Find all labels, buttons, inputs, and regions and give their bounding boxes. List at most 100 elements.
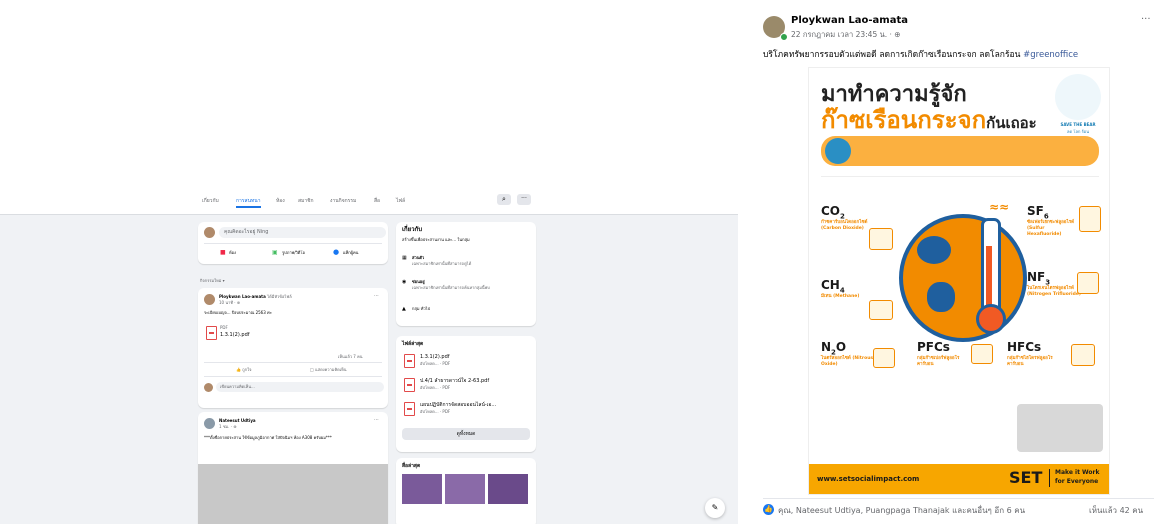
post-author[interactable]: Ploykwan Lao-amata	[791, 15, 908, 26]
cow-icon	[869, 300, 893, 320]
file-type: PDF	[220, 325, 228, 330]
post-menu-icon[interactable]: ···	[374, 293, 379, 300]
media-thumb[interactable]	[445, 474, 485, 504]
recent-files-card: ไฟล์ล่าสุด 1.3.1(2).pdf อัปโหลด... · PDF…	[396, 336, 536, 452]
about-description: สร้างขึ้นเพื่อประสานงาน และ... ในกลุ่ม	[402, 237, 470, 242]
post-photo[interactable]	[198, 464, 388, 524]
eye-icon: ◉	[402, 279, 407, 285]
thermometer-bulb	[976, 304, 1006, 334]
earth-continent	[917, 236, 951, 264]
chip-icon	[971, 344, 993, 364]
tab-media[interactable]: สื่อ	[374, 197, 380, 205]
composer-photo-button[interactable]: รูปภาพ/วิดีโอ	[282, 250, 305, 256]
tab-events[interactable]: งานกิจกรรม	[330, 197, 356, 205]
footer-divider	[1049, 469, 1050, 487]
tab-members[interactable]: สมาชิก	[298, 197, 314, 205]
comment-input[interactable]: เขียนความคิดเห็น...	[216, 382, 384, 392]
composer-room-button[interactable]: ห้อง	[229, 250, 236, 256]
pdf-icon	[404, 354, 415, 368]
file-link[interactable]: 1.3.1(2).pdf	[420, 354, 450, 361]
search-icon[interactable]: ⌕	[497, 194, 511, 205]
earth-icon	[899, 214, 1027, 342]
set-logo: SET	[1009, 468, 1043, 487]
infographic-image[interactable]: มาทำความรู้จัก ก๊าซเรือนกระจกกันเถอะ SAV…	[808, 67, 1110, 495]
gas-nf3: NF3	[1027, 270, 1051, 287]
file-link[interactable]: แผนปฏิบัติการจัดสอบออนไลน์-เอ...	[420, 402, 496, 409]
post-time[interactable]: 10 นาที · ⊕	[219, 300, 240, 306]
tag-people-icon: ●	[333, 248, 340, 256]
post-composer: คุณคิดอะไรอยู่ Ning ■ ห้อง ▣ รูปภาพ/วิดี…	[198, 222, 388, 264]
avatar	[204, 227, 215, 238]
comment-button[interactable]: □ แสดงความคิดเห็น	[310, 367, 346, 373]
gas-sf6-name: ซัลเฟอร์เฮกซะฟลูออไรด์ (Sulfur Hexafluor…	[1027, 220, 1075, 237]
avatar	[204, 383, 213, 392]
gas-ch4-name: มีเทน (Methane)	[821, 294, 860, 299]
quote-text	[821, 408, 1011, 450]
tab-rooms[interactable]: ห้อง	[276, 197, 285, 205]
footer-url: www.setsocialimpact.com	[817, 475, 920, 483]
tagline-1: Make it Work	[1055, 469, 1100, 476]
gas-n2o-name: ไนตรัสออกไซด์ (Nitrous Oxide)	[821, 356, 874, 367]
pdf-icon	[404, 402, 415, 416]
feed-post: Ploykwan Lao-amata ได้มีหัวข้อไฟล์ 10 นา…	[198, 288, 388, 408]
tab-about[interactable]: เกี่ยวกับ	[202, 197, 219, 205]
post-menu-icon[interactable]: ···	[1141, 14, 1151, 25]
video-icon: ■	[220, 249, 226, 256]
media-thumb[interactable]	[402, 474, 442, 504]
post-time[interactable]: 1 ชม. · ⊕	[219, 424, 237, 430]
file-link[interactable]: ป.4/1 ลำธารดาวน์ใจ 2-63.pdf	[420, 378, 489, 385]
poster-heading-2: ก๊าซเรือนกระจกกันเถอะ	[821, 106, 1037, 134]
file-meta: อัปโหลด... · PDF	[420, 409, 451, 414]
visibility-desc: เฉพาะสมาชิกเท่านั้นที่สามารถค้นหากลุ่มนี…	[412, 285, 490, 290]
feed-post: Nateesut Udtiya 1 ชม. · ⊕ ··· ***ตั้งชื่…	[198, 412, 388, 524]
gas-nf3-name: ไนโตรเจนไตรฟลูออไรด์ (Nitrogen Trifluori…	[1027, 286, 1081, 297]
media-title: สื่อล่าสุด	[402, 463, 421, 469]
location-icon: ▲	[402, 306, 406, 312]
intro-banner	[821, 136, 1099, 166]
factory-smoke-icon	[869, 228, 893, 250]
reactions-summary[interactable]: คุณ, Nateesut Udtiya, Puangpaga Thanajak…	[778, 504, 1025, 517]
tab-discussion[interactable]: การสนทนา	[236, 197, 261, 208]
composer-input[interactable]: คุณคิดอะไรอยู่ Ning	[219, 227, 386, 238]
hashtag-link[interactable]: #greenoffice	[1023, 50, 1078, 60]
factory-icon	[825, 138, 851, 164]
group-tab-bar: เกี่ยวกับ การสนทนา ห้อง สมาชิก งานกิจกรร…	[0, 186, 738, 215]
media-thumb[interactable]	[488, 474, 528, 504]
seen-count[interactable]: เห็นแล้ว 7 คน	[338, 354, 363, 360]
more-icon[interactable]: ···	[517, 194, 531, 205]
see-all-files-button[interactable]: ดูทั้งหมด	[402, 428, 530, 440]
tractor-icon	[873, 348, 895, 368]
about-title: เกี่ยวกับ	[402, 226, 423, 233]
like-reaction-icon[interactable]: 👍	[763, 504, 774, 515]
post-author[interactable]: Ploykwan Lao-amata	[219, 294, 266, 299]
composer-tag-button[interactable]: แท็กผู้คน	[343, 250, 358, 256]
pdf-icon	[206, 326, 217, 340]
like-button[interactable]: 👍 ถูกใจ	[236, 367, 251, 373]
new-message-icon[interactable]: ✎	[705, 498, 725, 518]
tagline-2: for Everyone	[1055, 478, 1099, 485]
about-card: เกี่ยวกับ สร้างขึ้นเพื่อประสานงาน และ...…	[396, 222, 536, 326]
post-menu-icon[interactable]: ···	[374, 417, 379, 424]
tab-files[interactable]: ไฟล์	[396, 197, 405, 205]
file-name[interactable]: 1.3.1(2).pdf	[220, 332, 250, 339]
lock-icon: ▦	[402, 255, 407, 261]
post-author-suffix: ได้มีหัวข้อไฟล์	[267, 294, 292, 299]
post-text: ***ตั้งชื่อกายประสาน ใช้ข้อมูลภูมิอากาศ …	[204, 435, 332, 440]
gas-hfcs: HFCs	[1007, 340, 1042, 354]
thermometer-fill	[986, 246, 992, 310]
seen-count[interactable]: เห็นแล้ว 42 คน	[1089, 504, 1143, 517]
file-meta: อัปโหลด... · PDF	[420, 361, 451, 366]
files-title: ไฟล์ล่าสุด	[402, 341, 424, 347]
post-date[interactable]: 22 กรกฎาคม เวลา 23:45 น. · ⊕	[791, 29, 901, 41]
feed-sort-label[interactable]: กิจกรรมใหม่ ▾	[200, 278, 225, 284]
pdf-icon	[404, 378, 415, 392]
poster-badge: SAVE THE BEAR	[1060, 122, 1096, 127]
intro-text	[821, 176, 1099, 193]
poster-badge-sub: ลด โลก ร้อน	[1067, 129, 1089, 134]
gas-co2: CO2	[821, 204, 845, 221]
polar-bear-icon	[1055, 74, 1101, 120]
avatar	[204, 294, 215, 305]
gas-pfcs: PFCs	[917, 340, 950, 354]
group-page: เกี่ยวกับ การสนทนา ห้อง สมาชิก งานกิจกรร…	[0, 186, 738, 524]
gas-pfcs-name: กลุ่มก๊าซเปอร์ฟลูออโรคาร์บอน	[917, 356, 960, 367]
